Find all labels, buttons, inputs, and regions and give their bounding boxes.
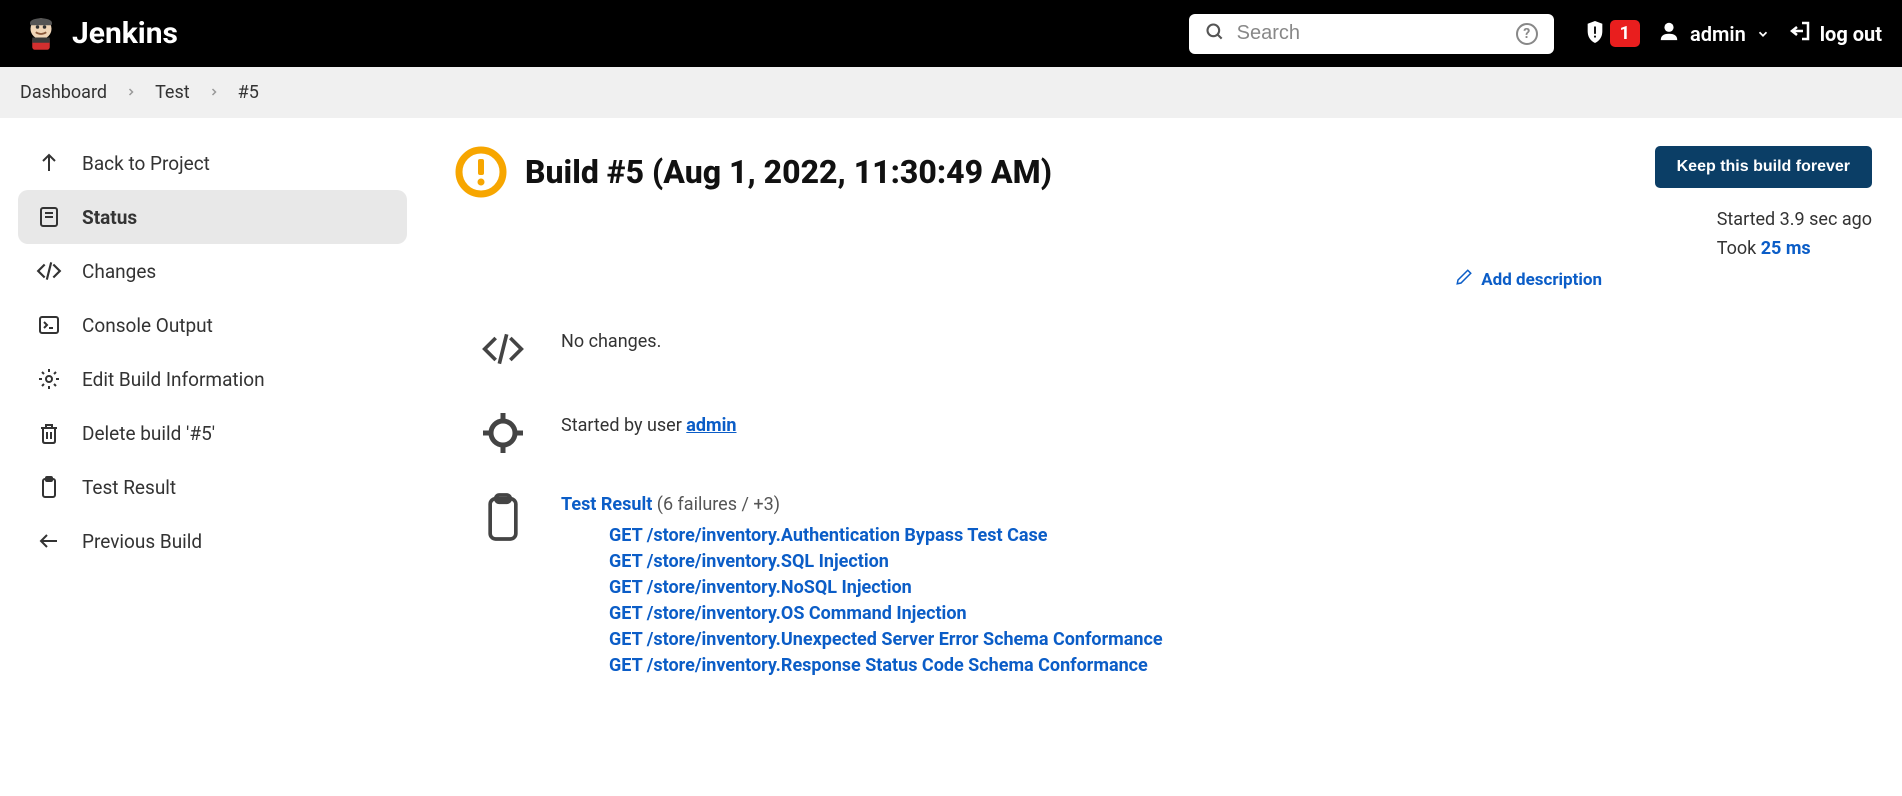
sidebar-item-test-result[interactable]: Test Result (18, 460, 407, 514)
started-by-user-link[interactable]: admin (686, 415, 736, 436)
help-icon[interactable]: ? (1516, 23, 1538, 45)
pencil-icon (1455, 268, 1473, 291)
sidebar-item-label: Test Result (82, 476, 176, 499)
username-label: admin (1690, 22, 1746, 46)
sidebar-item-console[interactable]: Console Output (18, 298, 407, 352)
sidebar-item-label: Status (82, 206, 137, 229)
user-icon (1658, 20, 1680, 47)
page-title: Build #5 (Aug 1, 2022, 11:30:49 AM) (525, 153, 1052, 191)
test-failures-list: GET /store/inventory.Authentication Bypa… (561, 523, 1163, 680)
test-result-summary: (6 failures / +3) (652, 494, 780, 515)
test-failure-link[interactable]: GET /store/inventory.Authentication Bypa… (609, 523, 1163, 549)
keep-build-button[interactable]: Keep this build forever (1655, 146, 1872, 188)
gear-icon (36, 366, 62, 392)
test-result-row: Test Result (6 failures / +3) GET /store… (455, 489, 1872, 680)
took-duration-link[interactable]: 25 ms (1761, 238, 1811, 259)
add-description-label: Add description (1481, 270, 1602, 290)
test-failure-link[interactable]: GET /store/inventory.OS Command Injectio… (609, 601, 1163, 627)
test-failure-link[interactable]: GET /store/inventory.Unexpected Server E… (609, 627, 1163, 653)
breadcrumb-item[interactable]: Test (155, 82, 190, 103)
chevron-down-icon (1756, 22, 1770, 46)
brand-text: Jenkins (72, 16, 178, 51)
breadcrumb: Dashboard Test #5 (0, 67, 1902, 118)
terminal-icon (36, 312, 62, 338)
sidebar-item-status[interactable]: Status (18, 190, 407, 244)
sidebar-item-label: Previous Build (82, 530, 202, 553)
took-time-label: Took 25 ms (1717, 235, 1872, 264)
started-time-label: Started 3.9 sec ago (1717, 206, 1872, 235)
logout-icon (1788, 19, 1812, 48)
sidebar-item-label: Back to Project (82, 152, 210, 175)
sidebar-item-label: Delete build '#5' (82, 422, 215, 445)
sidebar-item-edit[interactable]: Edit Build Information (18, 352, 407, 406)
test-result-link[interactable]: Test Result (561, 494, 652, 515)
sidebar-item-label: Console Output (82, 314, 213, 337)
logout-button[interactable]: log out (1788, 19, 1882, 48)
cause-row: Started by user admin (455, 405, 1872, 461)
search-box[interactable]: ? (1189, 14, 1554, 54)
clipboard-icon (475, 489, 531, 545)
started-by-label: Started by user admin (561, 405, 737, 436)
security-indicator[interactable]: 1 (1584, 19, 1640, 49)
search-input[interactable] (1237, 22, 1504, 45)
logo-area[interactable]: Jenkins (20, 13, 178, 55)
code-icon (475, 321, 531, 377)
sidebar-item-label: Edit Build Information (82, 368, 265, 391)
chevron-right-icon (125, 83, 137, 102)
top-header: Jenkins ? 1 (0, 0, 1902, 67)
main-content: Build #5 (Aug 1, 2022, 11:30:49 AM) Keep… (425, 136, 1902, 718)
test-failure-link[interactable]: GET /store/inventory.NoSQL Injection (609, 575, 1163, 601)
notification-count: 1 (1610, 20, 1640, 47)
sidebar-item-label: Changes (82, 260, 156, 283)
build-status-unstable-icon (455, 146, 507, 198)
crosshair-icon (475, 405, 531, 461)
shield-icon (1584, 19, 1606, 49)
changes-row: No changes. (455, 321, 1872, 377)
logout-label: log out (1820, 22, 1882, 46)
add-description-link[interactable]: Add description (455, 268, 1872, 291)
test-result-body: Test Result (6 failures / +3) GET /store… (561, 489, 1163, 680)
jenkins-logo-icon (20, 13, 62, 55)
sidebar-item-previous[interactable]: Previous Build (18, 514, 407, 568)
search-icon (1205, 22, 1225, 46)
test-failure-link[interactable]: GET /store/inventory.SQL Injection (609, 549, 1163, 575)
test-failure-link[interactable]: GET /store/inventory.Response Status Cod… (609, 653, 1163, 679)
user-menu[interactable]: admin (1658, 20, 1770, 47)
arrow-up-icon (36, 150, 62, 176)
no-changes-label: No changes. (561, 321, 661, 352)
sidebar-item-changes[interactable]: Changes (18, 244, 407, 298)
sidebar: Back to Project Status Changes Console O… (0, 136, 425, 718)
code-icon (36, 258, 62, 284)
breadcrumb-item[interactable]: #5 (238, 82, 259, 103)
document-icon (36, 204, 62, 230)
arrow-left-icon (36, 528, 62, 554)
sidebar-item-back[interactable]: Back to Project (18, 136, 407, 190)
chevron-right-icon (208, 83, 220, 102)
build-meta: Started 3.9 sec ago Took 25 ms (1717, 206, 1872, 264)
breadcrumb-item[interactable]: Dashboard (20, 82, 107, 103)
sidebar-item-delete[interactable]: Delete build '#5' (18, 406, 407, 460)
trash-icon (36, 420, 62, 446)
clipboard-icon (36, 474, 62, 500)
